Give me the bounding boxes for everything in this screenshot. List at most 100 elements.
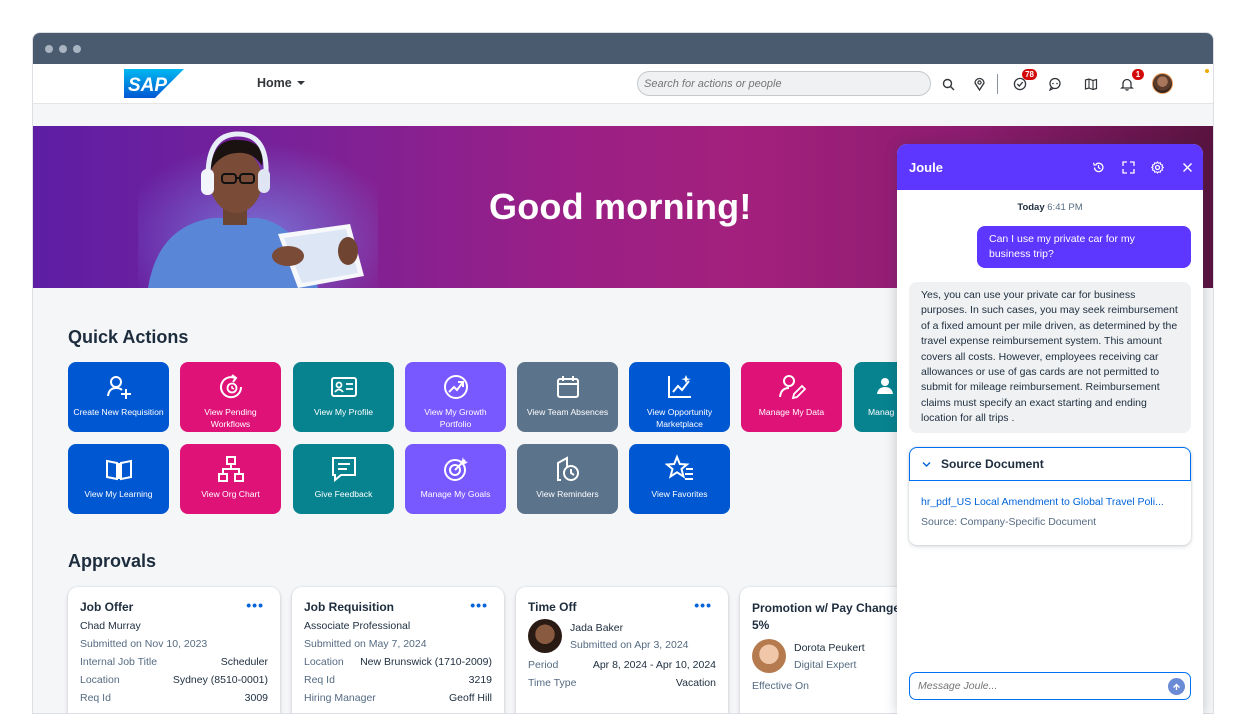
guide-book-icon[interactable] [1082,75,1100,93]
detail-key: Location [304,656,344,668]
quick-action-tile[interactable]: View Pending Workflows [180,362,281,432]
window-dot[interactable] [59,44,67,53]
quick-action-tile[interactable]: Manage My Goals [405,444,506,514]
location-pin-icon[interactable] [970,75,988,93]
submitted-date: Submitted on May 7, 2024 [304,638,427,650]
employee-role: Digital Expert [794,658,857,671]
user-message: Can I use my private car for my business… [977,226,1191,268]
detail-value: Scheduler [220,656,268,668]
tile-label: View Team Absences [526,407,609,417]
expand-icon[interactable] [1120,159,1136,175]
target-icon [443,457,468,481]
joule-header: Joule [897,144,1203,190]
approvals-title: Approvals [68,551,157,571]
profile-card-icon [330,377,357,397]
quick-action-tile[interactable]: View My Profile [293,362,394,432]
star-list-icon [664,454,693,480]
detail-key: Period [528,659,559,671]
quick-action-tile[interactable]: Create New Requisition [68,362,169,432]
quick-action-tile[interactable]: View Org Chart [180,444,281,514]
sap-logo-text: SAP [128,75,167,96]
window-dot[interactable] [45,44,53,53]
quick-action-tile[interactable]: View Reminders [517,444,618,514]
more-options-icon[interactable]: ••• [470,597,488,613]
detail-row: Hiring Manager Geoff Hill [304,692,492,704]
user-icon [877,378,893,394]
window-dot[interactable] [73,44,81,53]
quick-action-tile[interactable]: View Team Absences [517,362,618,432]
settings-gear-icon[interactable] [1149,159,1165,175]
timestamp-time: 6:41 PM [1047,202,1083,213]
send-icon[interactable] [1168,678,1185,695]
search-icon[interactable] [939,75,957,93]
submitted-date: Submitted on Nov 10, 2023 [80,638,208,650]
card-title: Job Requisition [304,600,394,614]
approval-card-job-offer[interactable]: Job Offer ••• Chad Murray Submitted on N… [68,587,280,713]
avatar [752,639,786,673]
detail-row: Period Apr 8, 2024 - Apr 10, 2024 [528,659,716,671]
search-input[interactable] [637,71,931,96]
detail-value: Geoff Hill [449,692,492,704]
tasks-icon[interactable]: 78 [1011,69,1037,93]
tile-label: Manage My Data [758,407,825,417]
chat-bubbles-icon[interactable] [1046,75,1064,93]
detail-key: Hiring Manager [304,692,376,704]
opportunity-chart-icon [667,375,691,398]
detail-value: New Brunswick (1710-2009) [360,656,492,668]
quick-action-tile[interactable]: Manage My Data [741,362,842,432]
quick-action-tile[interactable]: View Favorites [629,444,730,514]
chevron-down-icon [296,81,305,85]
detail-value: Apr 8, 2024 - Apr 10, 2024 [592,659,716,671]
more-options-icon[interactable]: ••• [246,597,264,613]
tile-label: Manage My Goals [420,489,491,499]
user-avatar[interactable] [1152,73,1173,94]
detail-row: Time Type Vacation [528,677,716,689]
assistant-message: Yes, you can use your private car for bu… [909,282,1191,433]
tile-label: View Favorites [651,489,708,499]
submitted-date: Submitted on Apr 3, 2024 [570,638,689,651]
quick-action-tile[interactable]: View My Learning [68,444,169,514]
home-menu-label: Home [257,76,292,90]
shell-bar: SAP Home 78 1 [33,64,1213,104]
approval-card-time-off[interactable]: Time Off ••• Jada Baker Submitted on Apr… [516,587,728,713]
source-document-panel: Source Document hr_pdf_US Local Amendmen… [909,447,1191,545]
tile-label: Manag [868,407,895,417]
tile-label: View My Learning [84,489,153,499]
notification-bell-icon[interactable]: 1 [1118,69,1144,93]
quick-action-tile[interactable]: Manag [854,362,898,432]
detail-row: Req Id 3219 [304,674,492,686]
history-icon[interactable] [1090,159,1106,175]
status-indicator [1205,69,1209,73]
joule-title: Joule [909,159,943,175]
source-document-link[interactable]: hr_pdf_US Local Amendment to Global Trav… [909,481,1191,508]
detail-row: Location New Brunswick (1710-2009) [304,656,492,668]
close-icon[interactable] [1179,159,1195,175]
tile-label: View Reminders [536,489,599,499]
tasks-badge: 78 [1022,69,1037,80]
more-options-icon[interactable]: ••• [694,597,712,613]
add-user-icon [106,376,131,399]
detail-row: Req Id 3009 [80,692,268,704]
candidate-name: Chad Murray [80,620,141,632]
growth-icon [443,375,468,399]
approval-card-job-requisition[interactable]: Job Requisition ••• Associate Profession… [292,587,504,713]
requester: Jada Baker Submitted on Apr 3, 2024 [528,619,716,653]
source-document-header[interactable]: Source Document [909,447,1191,481]
quick-action-tile[interactable]: View Opportunity Marketplace [629,362,730,432]
message-input[interactable] [909,672,1191,700]
position-name: Associate Professional [304,620,411,632]
toolbar-separator [997,74,998,94]
quick-action-tile[interactable]: View My Growth Portfolio [405,362,506,432]
detail-key: Req Id [304,674,335,686]
requester-name: Jada Baker [570,621,624,634]
reminder-icon [556,456,579,481]
detail-key: Location [80,674,120,686]
home-menu[interactable]: Home [257,76,305,90]
timestamp-day: Today [1017,202,1045,213]
detail-key: Time Type [528,677,577,689]
tile-label: View Opportunity Marketplace [646,407,713,429]
source-document-title: Source Document [941,457,1044,471]
open-book-icon [105,459,132,481]
sap-logo[interactable]: SAP [124,69,184,98]
quick-action-tile[interactable]: Give Feedback [293,444,394,514]
